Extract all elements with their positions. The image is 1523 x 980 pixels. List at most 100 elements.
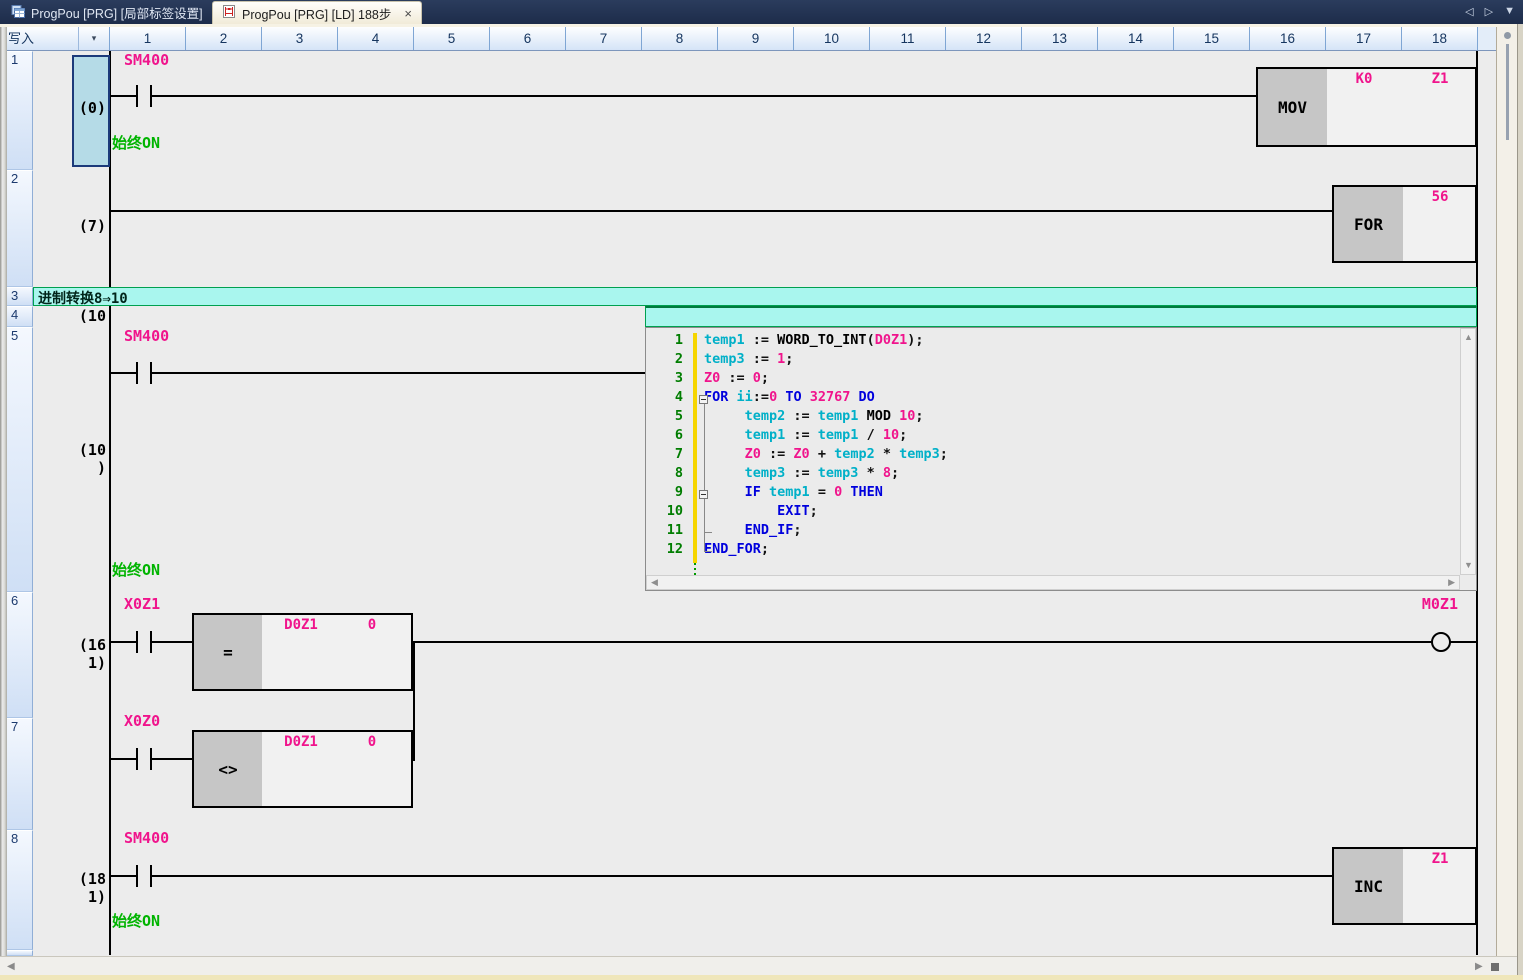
wire: [110, 95, 136, 97]
scroll-up-icon[interactable]: ▲: [1464, 333, 1473, 342]
st-line-7: 7 Z0 := Z0 + temp2 * temp3;: [646, 446, 1459, 465]
device-comment: 始终ON: [112, 559, 160, 580]
window-left-edge: [0, 27, 7, 975]
tab-scroll-controls: ◁ ▷ ▼: [1465, 5, 1515, 18]
row-number-5[interactable]: 5: [7, 327, 33, 592]
compare-left-operand: D0Z1: [281, 734, 321, 750]
fold-guide-if: [704, 499, 705, 533]
editor-horizontal-scrollbar[interactable]: ◀ ▶: [0, 956, 1517, 975]
st-line-number: 1: [646, 332, 687, 348]
st-line-3: 3Z0 := 0;: [646, 370, 1459, 389]
st-vertical-scrollbar[interactable]: ▲ ▼: [1460, 328, 1476, 575]
operand: 56: [1424, 189, 1456, 205]
st-horizontal-scrollbar[interactable]: ◀ ▶: [646, 575, 1460, 590]
tab-scroll-right-icon[interactable]: ▷: [1485, 5, 1493, 18]
st-line-4: 4FOR ii:=0 TO 32767 DO: [646, 389, 1459, 408]
wire: [110, 875, 136, 877]
st-box-header-strip[interactable]: [645, 306, 1477, 327]
document-tab-bar: ProgPou [PRG] [局部标签设置] ProgPou [PRG] [LD…: [0, 0, 1523, 24]
step-number: (16 1): [38, 636, 106, 672]
st-line-number: 2: [646, 351, 687, 367]
st-line-number: 10: [646, 503, 687, 519]
fold-collapse-icon[interactable]: [699, 490, 708, 499]
scroll-right-icon[interactable]: ▶: [1475, 961, 1483, 972]
st-edited-lines-bar: [693, 333, 697, 563]
wire: [110, 210, 1332, 212]
wire: [152, 372, 645, 374]
row-number-2[interactable]: 2: [7, 170, 33, 287]
row-number-8[interactable]: 8: [7, 830, 33, 950]
compare-right-operand: 0: [364, 734, 380, 750]
st-line-number: 8: [646, 465, 687, 481]
scroll-right-icon[interactable]: ▶: [1448, 578, 1455, 587]
row-number-7[interactable]: 7: [7, 718, 33, 830]
st-line-5: 5 temp2 := temp1 MOD 10;: [646, 408, 1459, 427]
column-header-12: 12: [946, 27, 1022, 50]
st-line-8: 8 temp3 := temp3 * 8;: [646, 465, 1459, 484]
column-header-row: 写入 ▾ 123456789101112131415161718: [0, 27, 1523, 51]
branch-wire: [413, 641, 415, 761]
device-comment: 始终ON: [112, 132, 160, 153]
st-inline-box[interactable]: 1temp1 := WORD_TO_INT(D0Z1);2temp3 := 1;…: [645, 327, 1477, 591]
scroll-left-icon[interactable]: ◀: [7, 961, 15, 972]
instruction-mnemonic: MOV: [1258, 69, 1327, 145]
step-number: (7): [38, 217, 106, 235]
wire: [110, 758, 136, 760]
device-label: SM400: [124, 829, 169, 847]
row-number-3[interactable]: 3: [7, 287, 33, 306]
editor-vertical-scrollbar[interactable]: [1496, 27, 1517, 956]
wire: [152, 758, 192, 760]
operand-dest: Z1: [1424, 71, 1456, 87]
row-number-1[interactable]: 1: [7, 51, 33, 170]
st-line-12: 12END_FOR;: [646, 541, 1459, 560]
row-number-6[interactable]: 6: [7, 592, 33, 718]
instruction-mnemonic: INC: [1334, 849, 1403, 923]
st-line-number: 5: [646, 408, 687, 424]
column-header-18: 18: [1402, 27, 1478, 50]
scroll-left-icon[interactable]: ◀: [651, 578, 658, 587]
compare-right-operand: 0: [364, 617, 380, 633]
device-label: X0Z0: [124, 712, 160, 730]
compare-operator: =: [194, 615, 262, 689]
compare-left-operand: D0Z1: [281, 617, 321, 633]
st-line-10: 10 EXIT;: [646, 503, 1459, 522]
step-number: (10 ): [38, 441, 106, 477]
st-line-11: 11 END_IF;: [646, 522, 1459, 541]
tab-list-dropdown-icon[interactable]: ▼: [1504, 5, 1515, 18]
close-icon[interactable]: ×: [404, 7, 412, 20]
chevron-down-icon[interactable]: ▾: [79, 27, 110, 50]
ladder-editor-icon: [222, 5, 236, 21]
row-number-4[interactable]: 4: [7, 306, 33, 327]
scroll-thumb[interactable]: [1506, 44, 1509, 140]
left-power-rail: [109, 51, 111, 955]
wire: [110, 641, 136, 643]
tab-local-label-settings[interactable]: ProgPou [PRG] [局部标签设置]: [2, 1, 212, 24]
column-header-3: 3: [262, 27, 338, 50]
column-header-7: 7: [566, 27, 642, 50]
tab-label: ProgPou [PRG] [LD] 188步: [242, 4, 391, 23]
local-label-table-icon: [11, 5, 25, 21]
st-line-number: 11: [646, 522, 687, 538]
scrollbar-grip[interactable]: [1491, 963, 1499, 971]
gx-works-ld-editor: ProgPou [PRG] [局部标签设置] ProgPou [PRG] [LD…: [0, 0, 1523, 980]
scroll-down-icon[interactable]: ▼: [1464, 561, 1473, 570]
coil-m0z1[interactable]: [1431, 632, 1451, 652]
operand: Z1: [1424, 851, 1456, 867]
wire: [152, 875, 1332, 877]
column-header-14: 14: [1098, 27, 1174, 50]
fold-collapse-icon[interactable]: [699, 395, 708, 404]
window-right-edge: [1517, 24, 1523, 980]
wire: [110, 372, 136, 374]
device-label: X0Z1: [124, 595, 160, 613]
st-code-lines: 1temp1 := WORD_TO_INT(D0Z1);2temp3 := 1;…: [646, 332, 1459, 574]
fold-guide-if-end: [704, 532, 712, 533]
device-label: M0Z1: [1402, 595, 1458, 613]
tab-scroll-left-icon[interactable]: ◁: [1465, 5, 1473, 18]
wire: [152, 641, 192, 643]
st-line-number: 4: [646, 389, 687, 405]
device-label: SM400: [124, 327, 169, 345]
window-bottom-edge: [0, 975, 1523, 980]
rung-comment-bar[interactable]: 进制转换8⇒10: [33, 287, 1477, 306]
edit-mode-indicator[interactable]: 写入: [0, 27, 79, 50]
tab-ld-program[interactable]: ProgPou [PRG] [LD] 188步 ×: [212, 1, 422, 24]
